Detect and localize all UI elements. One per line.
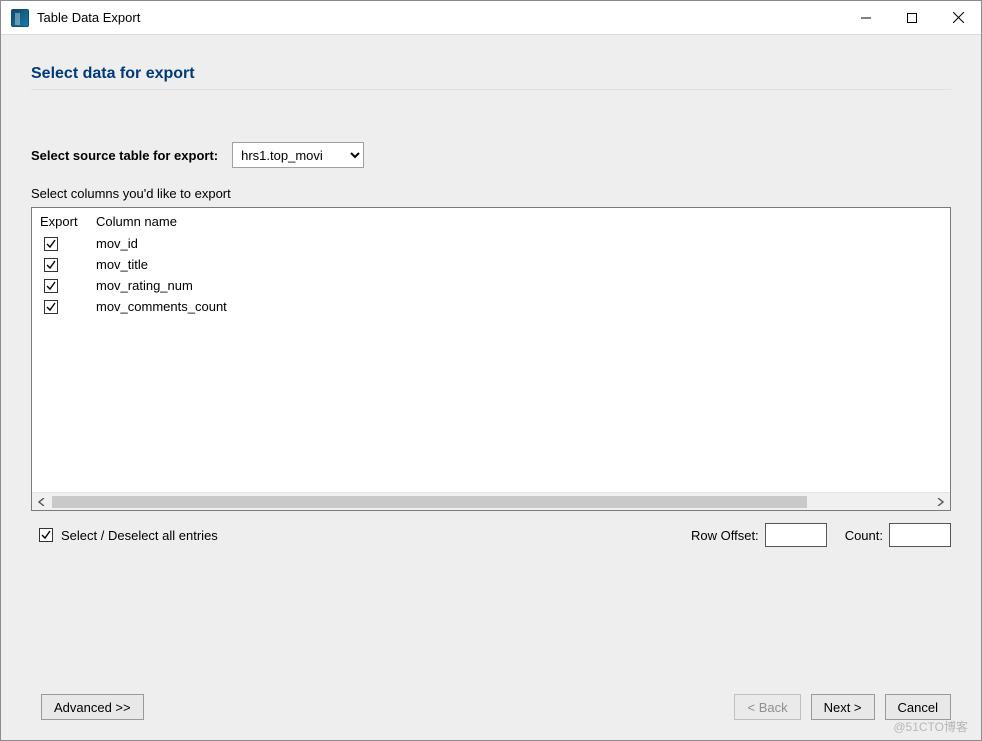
advanced-button[interactable]: Advanced >> <box>41 694 144 720</box>
count-label: Count: <box>845 528 883 543</box>
table-row: mov_rating_num <box>32 275 950 296</box>
check-icon <box>46 260 56 270</box>
scrollbar-thumb[interactable] <box>52 496 807 508</box>
source-table-select[interactable]: hrs1.top_movi <box>232 142 364 168</box>
cancel-button[interactable]: Cancel <box>885 694 951 720</box>
back-button[interactable]: < Back <box>734 694 800 720</box>
check-icon <box>46 281 56 291</box>
select-all-label: Select / Deselect all entries <box>61 528 218 543</box>
column-name-cell: mov_id <box>96 234 942 253</box>
column-name-cell: mov_title <box>96 255 942 274</box>
page-heading: Select data for export <box>31 65 951 83</box>
content-area: Select data for export Select source tab… <box>1 35 981 682</box>
heading-separator <box>31 89 951 90</box>
row-offset-input[interactable] <box>765 523 827 547</box>
select-all-checkbox[interactable] <box>39 528 53 542</box>
close-button[interactable] <box>935 2 981 34</box>
column-name-cell: mov_rating_num <box>96 276 942 295</box>
grid-footer-row: Select / Deselect all entries Row Offset… <box>31 523 951 547</box>
horizontal-scrollbar[interactable] <box>32 492 950 510</box>
column-name-cell: mov_comments_count <box>96 297 942 316</box>
scrollbar-track[interactable] <box>52 496 930 508</box>
export-checkbox[interactable] <box>44 279 58 293</box>
header-column-name: Column name <box>96 214 942 229</box>
grid-body: mov_id mov_title mov_rating_num mov_comm… <box>32 233 950 492</box>
select-all-group: Select / Deselect all entries <box>39 528 218 543</box>
minimize-button[interactable] <box>843 2 889 34</box>
export-checkbox[interactable] <box>44 300 58 314</box>
window-title: Table Data Export <box>37 10 140 25</box>
app-icon <box>11 9 29 27</box>
titlebar: Table Data Export <box>1 1 981 35</box>
source-label: Select source table for export: <box>31 148 218 163</box>
source-row: Select source table for export: hrs1.top… <box>31 142 951 168</box>
window-root: Table Data Export Select data for export… <box>0 0 982 741</box>
scroll-left-icon[interactable] <box>34 494 50 510</box>
table-row: mov_comments_count <box>32 296 950 317</box>
table-row: mov_id <box>32 233 950 254</box>
minimize-icon <box>861 13 871 23</box>
maximize-icon <box>907 13 917 23</box>
check-icon <box>46 302 56 312</box>
header-export: Export <box>40 214 96 229</box>
columns-hint: Select columns you'd like to export <box>31 186 951 201</box>
close-icon <box>953 12 964 23</box>
export-checkbox[interactable] <box>44 258 58 272</box>
scroll-right-icon[interactable] <box>932 494 948 510</box>
row-offset-label: Row Offset: <box>691 528 759 543</box>
footer-bar: Advanced >> < Back Next > Cancel <box>1 682 981 740</box>
check-icon <box>41 530 51 540</box>
columns-grid: Export Column name mov_id mov_title mov_… <box>31 207 951 511</box>
count-input[interactable] <box>889 523 951 547</box>
table-row: mov_title <box>32 254 950 275</box>
maximize-button[interactable] <box>889 2 935 34</box>
next-button[interactable]: Next > <box>811 694 875 720</box>
check-icon <box>46 239 56 249</box>
export-checkbox[interactable] <box>44 237 58 251</box>
grid-header: Export Column name <box>32 208 950 233</box>
